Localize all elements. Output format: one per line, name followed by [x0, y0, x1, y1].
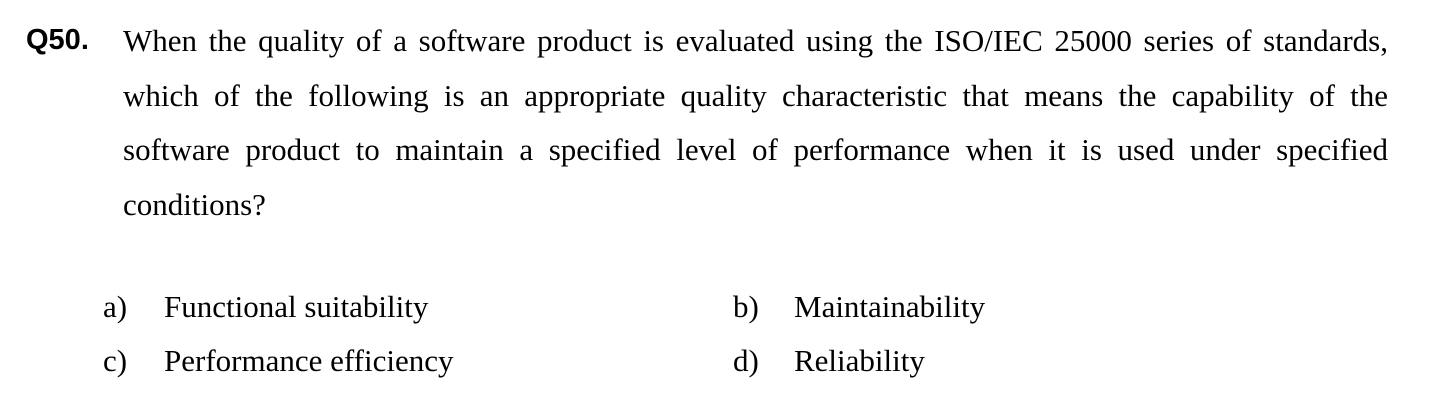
option-a: a) Functional suitability	[103, 280, 428, 334]
option-letter: b)	[733, 289, 759, 324]
option-text: Performance efficiency	[164, 343, 454, 378]
option-text: Reliability	[794, 343, 925, 378]
option-c: c) Performance efficiency	[103, 334, 453, 388]
option-letter: c)	[103, 343, 128, 378]
option-text: Functional suitability	[164, 289, 429, 324]
option-d: d) Reliability	[733, 334, 925, 388]
option-letter: a)	[103, 289, 128, 324]
option-b: b) Maintainability	[733, 280, 985, 334]
question-text: When the quality of a software product i…	[123, 23, 1388, 222]
option-letter: d)	[733, 343, 759, 378]
question-number: Q50.	[26, 24, 89, 56]
option-text: Maintainability	[794, 289, 986, 324]
question-block: Q50. When the quality of a software prod…	[26, 14, 1396, 232]
